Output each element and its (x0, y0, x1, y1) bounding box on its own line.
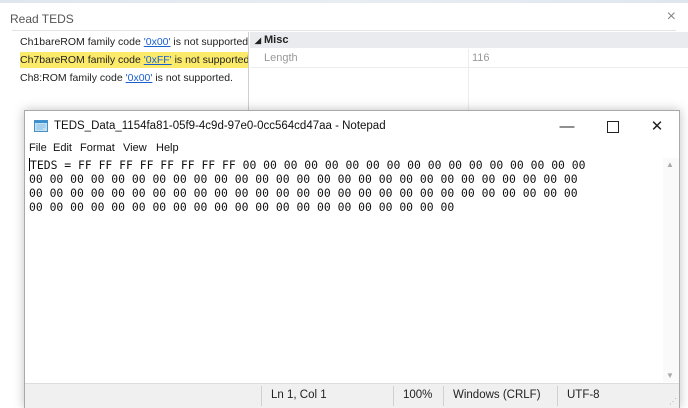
status-divider (557, 386, 558, 406)
property-row[interactable]: Length 116 (250, 49, 688, 68)
message-text: is not supported. (152, 72, 233, 84)
status-divider (261, 386, 262, 406)
status-divider (443, 386, 444, 406)
scroll-up-icon[interactable]: ▲ (666, 160, 674, 169)
message-text: Ch8:ROM family code (20, 72, 126, 84)
line-ending: Windows (CRLF) (453, 389, 541, 401)
maximize-button[interactable] (591, 114, 635, 140)
menu-view[interactable]: View (123, 142, 147, 154)
notepad-icon (34, 120, 48, 132)
scroll-down-icon[interactable]: ▼ (666, 371, 674, 380)
family-code-link[interactable]: '0x00' (144, 36, 171, 48)
text-line: TEDS = FF FF FF FF FF FF FF FF 00 00 00 … (30, 158, 586, 172)
family-code-link[interactable]: '0x00' (126, 72, 153, 84)
collapse-arrow-icon[interactable]: ◢ (252, 33, 264, 49)
list-item[interactable]: Ch8:ROM family code '0x00' is not suppor… (20, 70, 248, 86)
menu-file[interactable]: File (29, 142, 47, 154)
close-button[interactable]: ✕ (635, 114, 679, 140)
list-item-selected[interactable]: Ch7bareROM family code '0xFF' is not sup… (20, 52, 248, 68)
maximize-icon (607, 121, 619, 134)
menu-bar: File Edit Format View Help (25, 141, 679, 157)
status-bar: Ln 1, Col 1 100% Windows (CRLF) UTF-8 ⋰ (25, 383, 679, 408)
notepad-title: TEDS_Data_1154fa81-05f9-4c9d-97e0-0cc564… (54, 120, 386, 132)
zoom-level: 100% (403, 389, 433, 401)
property-name: Length (264, 52, 298, 64)
message-text: Ch1bareROM family code (20, 36, 144, 48)
text-line: 00 00 00 00 00 00 00 00 00 00 00 00 00 0… (29, 172, 578, 186)
family-code-link[interactable]: '0xFF' (144, 54, 172, 66)
status-divider (393, 386, 394, 406)
background-taskbar-strip (0, 0, 688, 3)
text-line: 00 00 00 00 00 00 00 00 00 00 00 00 00 0… (29, 200, 455, 214)
menu-edit[interactable]: Edit (53, 142, 72, 154)
divider (12, 30, 676, 31)
window-title: Read TEDS (10, 12, 74, 26)
title-bar[interactable]: TEDS_Data_1154fa81-05f9-4c9d-97e0-0cc564… (25, 111, 679, 141)
text-editor[interactable]: TEDS = FF FF FF FF FF FF FF FF 00 00 00 … (29, 158, 659, 382)
category-label: Misc (264, 34, 289, 46)
category-header[interactable]: ◢ Misc (250, 32, 688, 48)
vertical-scrollbar[interactable]: ▲ ▼ (663, 158, 679, 382)
encoding: UTF-8 (567, 389, 600, 401)
minimize-button[interactable]: — (545, 114, 589, 140)
menu-help[interactable]: Help (156, 142, 179, 154)
cursor-position: Ln 1, Col 1 (271, 389, 327, 401)
close-icon[interactable]: × (667, 8, 676, 26)
property-value: 116 (472, 52, 490, 64)
notepad-window: TEDS_Data_1154fa81-05f9-4c9d-97e0-0cc564… (24, 110, 680, 408)
menu-format[interactable]: Format (80, 142, 115, 154)
message-text: is not supported. (171, 54, 248, 66)
list-item[interactable]: Ch1bareROM family code '0x00' is not sup… (20, 34, 248, 50)
resize-grip-icon[interactable]: ⋰ (669, 397, 677, 406)
text-line: 00 00 00 00 00 00 00 00 00 00 00 00 00 0… (29, 186, 578, 200)
message-text: is not supported. (170, 36, 248, 48)
message-text: Ch7bareROM family code (20, 54, 144, 66)
